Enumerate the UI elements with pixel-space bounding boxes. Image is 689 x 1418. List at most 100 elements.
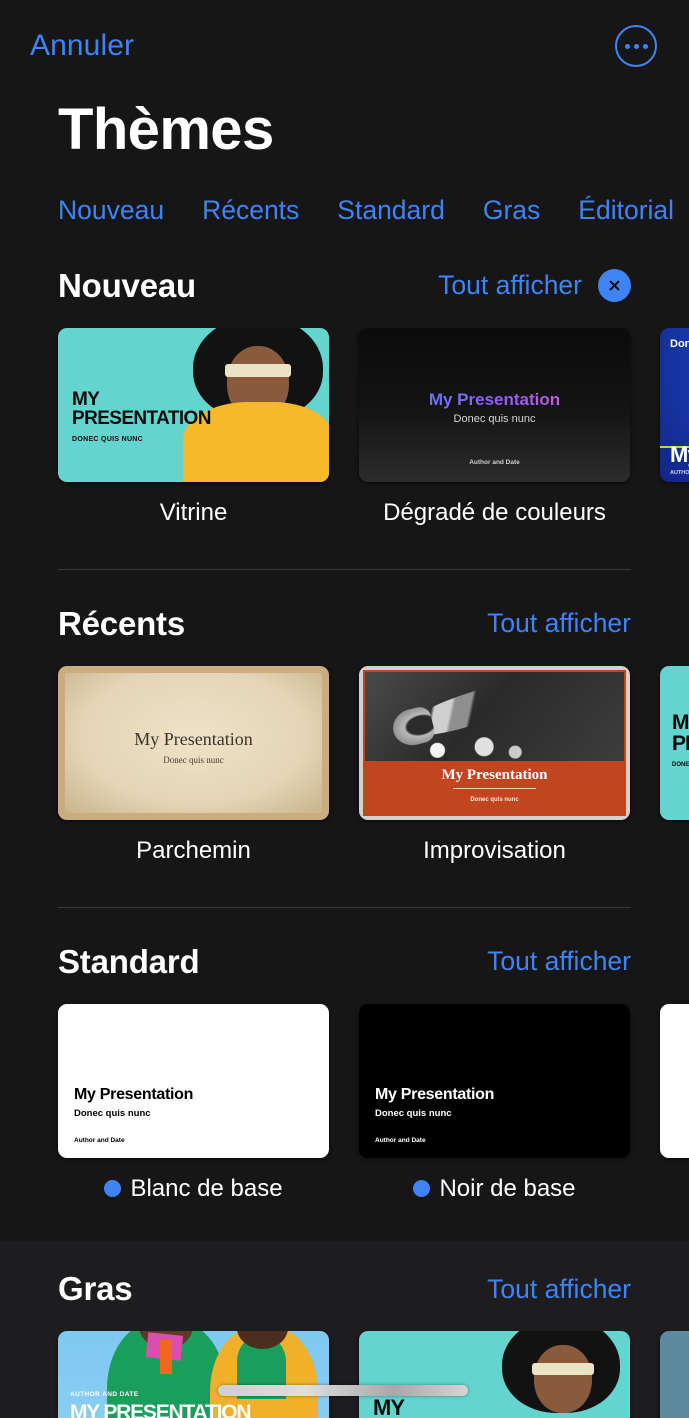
section-recents: Récents Tout afficher My Presentation Do… [0, 598, 689, 908]
slide-subtitle: DONEC QUIS NUNC [72, 435, 144, 443]
see-all-standard-button[interactable]: Tout afficher [487, 946, 631, 977]
theme-thumbnail[interactable]: Donec quis nunc My Presentation AUTHOR A… [660, 327, 689, 482]
theme-name: Vitrine [159, 498, 228, 526]
slide-title: MY PRESENTATION [72, 390, 211, 429]
section-header: Récents Tout afficher [0, 598, 689, 650]
theme-thumbnail[interactable]: My Presentation Donec quis nunc Author a… [359, 327, 630, 482]
theme-thumbnail[interactable]: My Presentation Donec quis nunc [359, 665, 630, 820]
slide-title: MY PRESENTATION [70, 1401, 252, 1418]
theme-row-gras[interactable]: AUTHOR AND DATE MY PRESENTATION MY [0, 1331, 689, 1418]
slide-title-line1: MY [72, 388, 100, 410]
theme-row-nouveau[interactable]: MY PRESENTATION DONEC QUIS NUNC Vitrine … [0, 327, 689, 527]
tab-editorial[interactable]: Éditorial [578, 195, 674, 226]
section-divider [58, 906, 631, 908]
slide-title: My Presentation [670, 441, 689, 467]
slide-title: My Presentation [134, 728, 253, 749]
theme-card-blanc-de-base[interactable]: My Presentation Donec quis nunc Author a… [58, 1003, 329, 1203]
tab-gras[interactable]: Gras [483, 195, 540, 226]
section-title: Standard [58, 942, 200, 980]
theme-card-noir-de-base[interactable]: My Presentation Donec quis nunc Author a… [359, 1003, 630, 1203]
slide-frame: My Presentation Donec quis nunc [363, 669, 626, 816]
section-title: Récents [58, 604, 185, 642]
theme-row-recents[interactable]: My Presentation Donec quis nunc Parchemi… [0, 665, 689, 865]
theme-caption: Blanc de base [58, 1175, 329, 1203]
theme-thumbnail[interactable]: My Presentation Donec quis nunc Author a… [58, 1003, 329, 1158]
portrait-sunglasses [225, 363, 291, 377]
slide-author: AUTHOR AND DATE [670, 469, 689, 476]
section-title: Nouveau [58, 266, 196, 304]
horizontal-scroll-indicator[interactable] [218, 1385, 468, 1396]
theme-thumbnail[interactable]: MY PRESENTATION DONEC QUIS NUNC [660, 665, 689, 820]
slide-subtitle: Donec quis nunc [163, 754, 224, 765]
theme-row-standard[interactable]: My Presentation Donec quis nunc Author a… [0, 1003, 689, 1203]
selected-indicator-dot [104, 1180, 122, 1198]
theme-name: Blanc de base [130, 1174, 283, 1202]
tab-standard[interactable]: Standard [337, 195, 445, 226]
theme-name: Noir de base [439, 1174, 576, 1202]
slide-subtitle: Donec quis nunc [453, 412, 536, 425]
slide-title-line2: PRESENTATION [72, 408, 211, 430]
theme-name: Dégradé de couleurs [383, 498, 606, 526]
theme-thumbnail[interactable] [660, 1003, 689, 1158]
dot [633, 43, 639, 49]
theme-caption: Noir de base [359, 1175, 630, 1203]
person-one-tie [159, 1340, 172, 1375]
slide-author: Author and Date [469, 458, 520, 466]
page-title: Thèmes [58, 97, 274, 162]
theme-card-partial[interactable]: Donec quis nunc My Presentation AUTHOR A… [660, 327, 689, 527]
theme-caption: Improvisation [359, 837, 630, 865]
portrait-sunglasses [532, 1363, 594, 1375]
see-all-gras-button[interactable]: Tout afficher [487, 1274, 631, 1305]
theme-caption: Vitrine [58, 499, 329, 527]
slide-subtitle: Donec quis nunc [670, 337, 689, 350]
title-rule [453, 787, 536, 789]
slide-title: MY PRESENTATION [672, 712, 689, 754]
slide-subtitle: DONEC QUIS NUNC [672, 761, 689, 768]
top-bar: Annuler [0, 0, 689, 92]
theme-card-partial[interactable]: MY PRESENTATION DONEC QUIS NUNC [660, 665, 689, 865]
section-divider [58, 568, 631, 570]
theme-card-vitrine[interactable]: MY PRESENTATION DONEC QUIS NUNC Vitrine [58, 327, 329, 527]
theme-card-partial[interactable] [660, 1331, 689, 1418]
theme-thumbnail[interactable]: MY PRESENTATION DONEC QUIS NUNC [58, 327, 329, 482]
slide-title: My Presentation [375, 1085, 495, 1103]
see-all-recents-button[interactable]: Tout afficher [487, 608, 631, 639]
slide-author: Author and Date [375, 1136, 426, 1144]
theme-caption: Dégradé de couleurs [359, 499, 630, 527]
section-nouveau: Nouveau Tout afficher MY PRESENTATION DO [0, 260, 689, 570]
close-circle-icon[interactable] [598, 269, 631, 303]
tab-nouveau[interactable]: Nouveau [58, 195, 164, 226]
theme-caption: Parchemin [58, 837, 329, 865]
theme-thumbnail[interactable] [660, 1331, 689, 1418]
slide-title-line2: PRESENTATION [672, 731, 689, 755]
slide-title-line1: MY [672, 710, 689, 734]
theme-card-parchemin[interactable]: My Presentation Donec quis nunc Parchemi… [58, 665, 329, 865]
slide-title: My Presentation [441, 766, 548, 783]
slide-author: AUTHOR AND DATE [70, 1391, 139, 1398]
section-header: Nouveau Tout afficher [0, 260, 689, 312]
slide-author: Author and Date [74, 1136, 125, 1144]
section-header: Gras Tout afficher [0, 1263, 689, 1315]
theme-card-degrade-de-couleurs[interactable]: My Presentation Donec quis nunc Author a… [359, 327, 630, 527]
see-all-nouveau-button[interactable]: Tout afficher [438, 270, 582, 301]
dot [642, 43, 648, 49]
slide-subtitle: Donec quis nunc [74, 1107, 151, 1119]
theme-thumbnail[interactable]: AUTHOR AND DATE MY PRESENTATION [58, 1331, 329, 1418]
cancel-button[interactable]: Annuler [30, 29, 134, 63]
theme-name: Parchemin [136, 836, 251, 864]
tab-recents[interactable]: Récents [202, 195, 299, 226]
slide-title: My Presentation [359, 390, 630, 410]
trumpet-photo [365, 671, 624, 762]
theme-card-partial[interactable]: AUTHOR AND DATE MY PRESENTATION [58, 1331, 329, 1418]
theme-thumbnail[interactable]: My Presentation Donec quis nunc Author a… [359, 1003, 630, 1158]
section-title: Gras [58, 1270, 133, 1307]
portrait-face [534, 1345, 592, 1413]
theme-card-partial[interactable]: MY [359, 1331, 630, 1418]
theme-thumbnail[interactable]: My Presentation Donec quis nunc [58, 665, 329, 820]
theme-card-improvisation[interactable]: My Presentation Donec quis nunc Improvis… [359, 665, 630, 865]
section-header: Standard Tout afficher [0, 936, 689, 988]
ellipsis-circle-icon[interactable] [615, 25, 657, 67]
theme-thumbnail[interactable]: MY [359, 1331, 630, 1418]
slide-subtitle: Donec quis nunc [375, 1107, 452, 1119]
theme-card-partial[interactable] [660, 1003, 689, 1203]
